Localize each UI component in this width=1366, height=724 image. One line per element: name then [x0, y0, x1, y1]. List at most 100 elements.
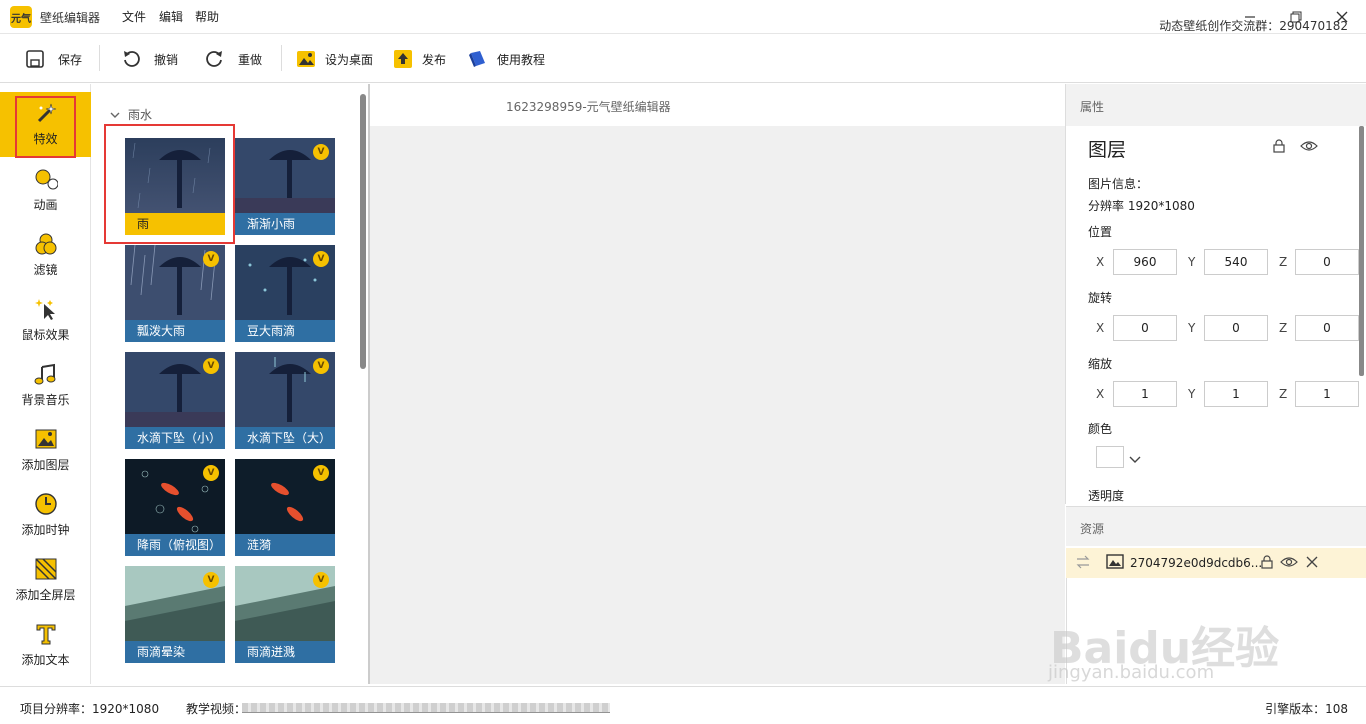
effect-label: 豆大雨滴	[235, 320, 335, 342]
tutorial-button[interactable]: 使用教程	[467, 47, 545, 71]
color-swatch[interactable]	[1096, 446, 1124, 468]
rotation-z-input[interactable]: 0	[1295, 315, 1359, 341]
save-button[interactable]: 保存	[24, 47, 82, 71]
layer-title: 图层	[1088, 139, 1127, 161]
menu-help[interactable]: 帮助	[195, 8, 219, 25]
vip-badge-icon: V	[313, 251, 329, 267]
image-icon	[34, 428, 58, 450]
nav-add-clock[interactable]: 添加时钟	[0, 483, 91, 548]
effect-label: 降雨（俯视图）	[125, 534, 225, 556]
tutorial-video-link-blurred[interactable]	[242, 703, 610, 713]
undo-button[interactable]: 撤销	[120, 47, 178, 71]
axis-x-label: X	[1096, 255, 1105, 269]
axis-y-label: Y	[1188, 321, 1196, 335]
lock-icon[interactable]	[1260, 554, 1274, 572]
nav-add-layer[interactable]: 添加图层	[0, 418, 91, 483]
position-x-input[interactable]: 960	[1113, 249, 1177, 275]
nav-label: 添加图层	[21, 458, 70, 472]
lock-icon[interactable]	[1272, 139, 1286, 156]
music-note-icon	[34, 363, 58, 385]
opacity-label: 透明度	[1088, 489, 1125, 503]
effect-item-water-drop-small[interactable]: V 水滴下坠（小）	[125, 352, 225, 449]
close-icon[interactable]	[1306, 556, 1318, 571]
effect-label: 渐渐小雨	[235, 213, 335, 235]
app-title: 壁纸编辑器	[40, 11, 101, 25]
effects-scrollbar[interactable]	[360, 94, 366, 369]
resolution-info: 分辨率 1920*1080	[1088, 199, 1195, 213]
vip-badge-icon: V	[203, 358, 219, 374]
set-desktop-label: 设为桌面	[325, 52, 374, 67]
effect-item-big-raindrops[interactable]: V 豆大雨滴	[235, 245, 335, 342]
nav-label: 背景音乐	[21, 393, 70, 407]
vip-badge-icon: V	[313, 572, 329, 588]
menu-edit[interactable]: 编辑	[159, 8, 183, 25]
effect-item-rain-topview[interactable]: V 降雨（俯视图）	[125, 459, 225, 556]
rotation-x-input[interactable]: 0	[1113, 315, 1177, 341]
nav-label: 添加文本	[21, 653, 70, 667]
effect-item-ripple[interactable]: V 涟漪	[235, 459, 335, 556]
properties-header-label: 属性	[1080, 100, 1105, 114]
rotation-y-input[interactable]: 0	[1204, 315, 1268, 341]
nav-cursor-effects[interactable]: 鼠标效果	[0, 288, 91, 353]
nav-animation[interactable]: 动画	[0, 158, 91, 223]
engine-version: 引擎版本：108	[1265, 702, 1348, 716]
rotation-label: 旋转	[1088, 291, 1113, 305]
vip-badge-icon: V	[313, 358, 329, 374]
effect-item-water-drop-large[interactable]: V 水滴下坠（大）	[235, 352, 335, 449]
set-desktop-button[interactable]: 设为桌面	[295, 47, 373, 71]
redo-button[interactable]: 重做	[204, 47, 262, 71]
vip-badge-icon: V	[313, 144, 329, 160]
effect-item-raindrop-splash[interactable]: V 雨滴迸溅	[235, 566, 335, 663]
position-z-input[interactable]: 0	[1295, 249, 1359, 275]
axis-y-label: Y	[1188, 387, 1196, 401]
tutorial-video-label: 教学视频：	[186, 702, 247, 716]
selection-highlight	[15, 96, 76, 158]
nav-label: 添加时钟	[21, 523, 70, 537]
scale-y-input[interactable]: 1	[1204, 381, 1268, 407]
nav-filter[interactable]: 滤镜	[0, 223, 91, 288]
color-label: 颜色	[1088, 422, 1113, 436]
properties-scrollbar[interactable]	[1359, 126, 1364, 376]
app-logo: 元气	[10, 6, 32, 28]
book-icon	[467, 48, 489, 70]
save-label: 保存	[58, 52, 83, 67]
nav-add-fullscreen-layer[interactable]: 添加全屏层	[0, 548, 91, 613]
position-y-input[interactable]: 540	[1204, 249, 1268, 275]
category-header[interactable]: 雨水	[110, 106, 152, 123]
watermark-url: jingyan.baidu.com	[1048, 662, 1215, 683]
category-label: 雨水	[128, 108, 153, 122]
image-info-label: 图片信息：	[1088, 177, 1149, 191]
axis-x-label: X	[1096, 387, 1105, 401]
project-resolution: 项目分辨率：1920*1080	[20, 702, 160, 716]
tutorial-label: 使用教程	[497, 52, 546, 67]
text-icon	[34, 623, 58, 645]
effect-item-downpour[interactable]: V 瓢泼大雨	[125, 245, 225, 342]
menu-file[interactable]: 文件	[122, 8, 146, 25]
scale-z-input[interactable]: 1	[1295, 381, 1359, 407]
undo-icon	[120, 48, 142, 70]
panel-divider[interactable]	[368, 84, 370, 684]
axis-z-label: Z	[1279, 387, 1288, 401]
redo-label: 重做	[238, 52, 263, 67]
vip-badge-icon: V	[313, 465, 329, 481]
selection-highlight	[104, 124, 235, 244]
eye-icon[interactable]	[1280, 555, 1298, 572]
resources-header: 资源	[1066, 506, 1366, 546]
scale-label: 缩放	[1088, 357, 1113, 371]
effect-item-light-rain[interactable]: V 渐渐小雨	[235, 138, 335, 235]
clock-icon	[34, 493, 58, 515]
effect-item-raindrop-bloom[interactable]: V 雨滴晕染	[125, 566, 225, 663]
canvas-area[interactable]	[368, 126, 1065, 684]
swap-icon[interactable]	[1076, 555, 1090, 572]
filter-icon	[34, 233, 58, 255]
chevron-down-icon	[110, 108, 120, 122]
eye-icon[interactable]	[1300, 139, 1318, 156]
scale-x-input[interactable]: 1	[1113, 381, 1177, 407]
resource-item[interactable]: 2704792e0d9dcdb6...	[1066, 548, 1366, 578]
nav-add-text[interactable]: 添加文本	[0, 613, 91, 678]
publish-label: 发布	[422, 52, 447, 67]
chevron-down-icon[interactable]	[1129, 453, 1141, 467]
nav-background-music[interactable]: 背景音乐	[0, 353, 91, 418]
effect-label: 雨滴迸溅	[235, 641, 335, 663]
publish-button[interactable]: 发布	[392, 47, 446, 71]
